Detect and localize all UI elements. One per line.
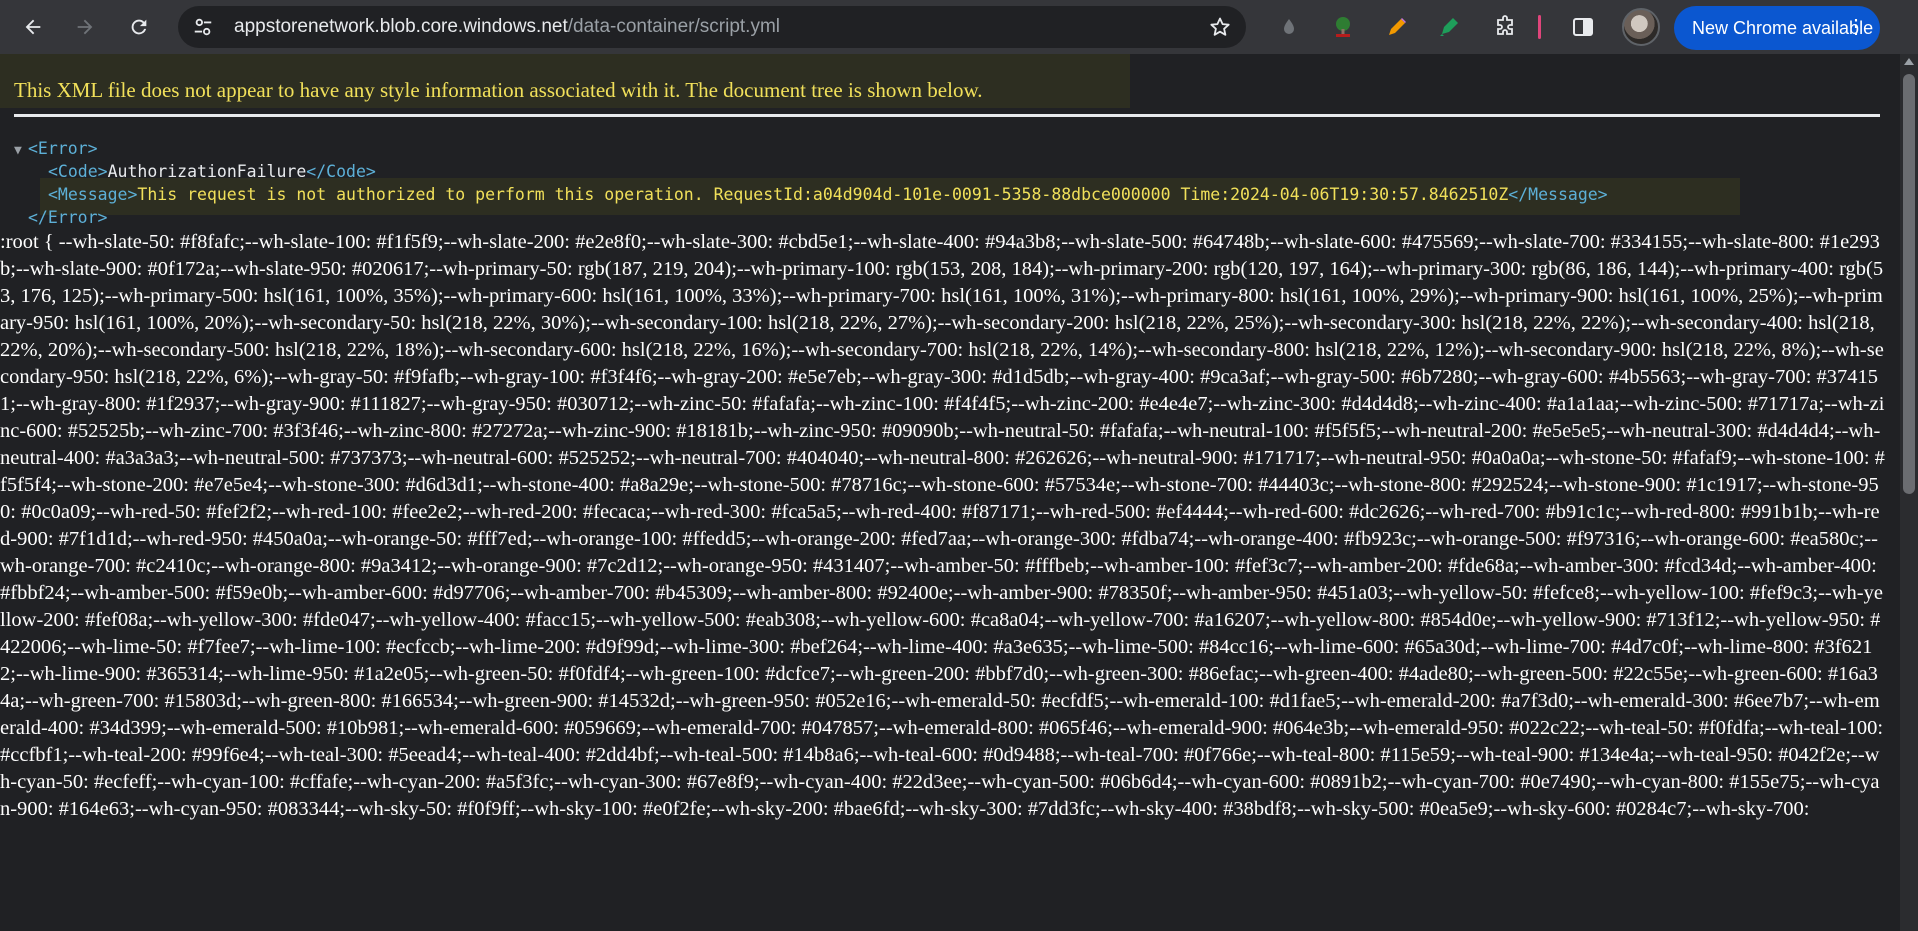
address-bar[interactable]: appstorenetwork.blob.core.windows.net/da… <box>178 6 1246 48</box>
reload-button[interactable] <box>120 8 158 46</box>
url-path: /data-container/script.yml <box>567 16 780 37</box>
extension-drop-icon[interactable] <box>1276 14 1302 40</box>
xml-tag-error-open: <Error> <box>28 139 98 158</box>
arrow-left-icon <box>25 19 41 35</box>
back-button[interactable] <box>14 8 52 46</box>
xml-tag-code-open: <Code> <box>48 162 108 181</box>
extension-pen-icon[interactable] <box>1384 14 1410 40</box>
arrow-right-icon <box>77 19 93 35</box>
notice-divider <box>14 114 1880 117</box>
chrome-menu-icon[interactable]: ⋮ <box>1846 15 1866 39</box>
xml-error-open-line[interactable]: ▼ <Error> <box>14 137 1608 160</box>
extension-marker-icon[interactable] <box>1436 14 1462 40</box>
xml-error-close-line: </Error> <box>14 206 1608 229</box>
toolbar-separator <box>1534 14 1544 40</box>
xml-style-notice: This XML file does not appear to have an… <box>14 78 983 102</box>
profile-avatar[interactable] <box>1622 8 1660 46</box>
reload-icon <box>131 19 147 35</box>
url-text[interactable]: appstorenetwork.blob.core.windows.net/da… <box>234 17 780 37</box>
bookmark-star-icon[interactable] <box>1208 15 1232 39</box>
xml-tag-code-close: </Code> <box>306 162 376 181</box>
xml-message-value: This request is not authorized to perfor… <box>137 185 1509 204</box>
xml-tree: ▼ <Error> <Code>AuthorizationFailure</Cod… <box>14 137 1608 229</box>
browser-toolbar: appstorenetwork.blob.core.windows.net/da… <box>0 0 1918 54</box>
vertical-scrollbar[interactable] <box>1900 54 1918 931</box>
extension-tree-icon[interactable] <box>1330 14 1356 40</box>
xml-message-line: <Message>This request is not authorized … <box>14 183 1608 206</box>
forward-button[interactable] <box>66 8 104 46</box>
xml-tag-message-close: </Message> <box>1508 185 1608 204</box>
new-chrome-available-button[interactable]: New Chrome available ⋮ <box>1674 6 1880 50</box>
site-info-icon[interactable] <box>192 16 214 38</box>
side-panel-icon[interactable] <box>1570 14 1596 40</box>
xml-tag-message-open: <Message> <box>48 185 138 204</box>
scroll-up-arrow-icon[interactable] <box>1904 58 1914 65</box>
collapse-triangle-icon[interactable]: ▼ <box>14 139 28 162</box>
xml-code-value: AuthorizationFailure <box>107 162 307 181</box>
css-variables-text: :root { --wh-slate-50: #f8fafc;--wh-slat… <box>0 231 1885 820</box>
xml-code-line: <Code>AuthorizationFailure</Code> <box>14 160 1608 183</box>
xml-tag-error-close: </Error> <box>28 208 108 227</box>
scroll-thumb[interactable] <box>1903 74 1915 494</box>
extensions-puzzle-icon[interactable] <box>1492 14 1518 40</box>
url-host: appstorenetwork.blob.core.windows.net <box>234 16 568 37</box>
page-content: This XML file does not appear to have an… <box>0 54 1900 931</box>
